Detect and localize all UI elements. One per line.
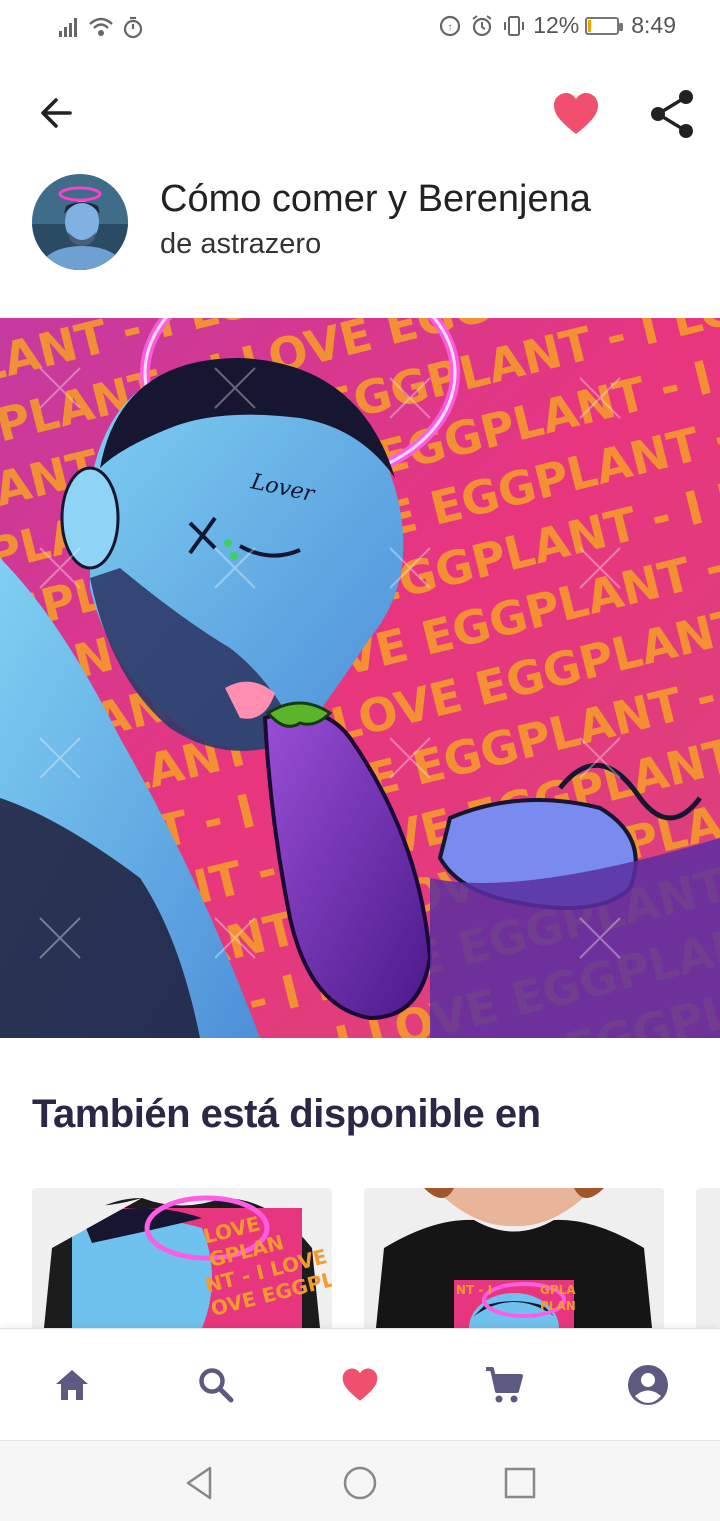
nav-account[interactable] [620,1357,676,1413]
nav-search[interactable] [188,1357,244,1413]
search-icon [199,1368,234,1403]
wifi-icon [89,17,113,36]
alarm-icon [472,14,492,36]
bottom-navigation [0,1328,720,1441]
artist-name[interactable]: de astrazero [160,228,321,261]
battery-percent: 12% [533,12,580,38]
battery-icon [585,16,624,35]
artwork-image[interactable]: I LOVE EGGPLANT - I LOVE EGGPLANT - I LO… [0,318,720,1038]
back-triangle-icon[interactable] [178,1461,222,1505]
back-arrow-icon[interactable] [30,86,84,140]
product-carousel[interactable]: LOVE GPLAN NT - I LOVE OVE EGGPL NT - I … [32,1188,720,1328]
artwork-illustration: I LOVE EGGPLANT - I LOVE EGGPLANT - I LO… [0,318,720,1038]
avatar-image [32,174,128,270]
product-image: NT - I GPLA PLAN [364,1188,664,1328]
svg-text:PLAN: PLAN [540,1299,576,1313]
svg-text:↑: ↑ [448,22,453,33]
product-image: LOVE GPLAN NT - I LOVE OVE EGGPL [32,1188,332,1328]
home-circle-icon[interactable] [338,1461,382,1505]
home-icon [56,1370,88,1400]
svg-text:NT - I: NT - I [456,1283,492,1297]
data-saver-icon: ↑ [440,15,461,36]
status-left-icons [56,14,146,40]
heart-icon [342,1368,378,1401]
battery-fill [588,19,592,32]
product-card[interactable] [696,1188,720,1328]
recents-square-icon[interactable] [498,1461,542,1505]
cart-icon [486,1367,523,1403]
nav-home[interactable] [44,1357,100,1413]
signal-icon [59,18,77,37]
status-right-icons: ↑ 12% 8:49 [437,12,676,39]
vibrate-icon [504,15,525,36]
heart-icon[interactable] [548,86,604,142]
app-bar [0,56,720,166]
timer-icon [123,16,143,39]
also-available-title: También está disponible en [32,1092,541,1136]
artwork-title: Cómo comer y Berenjena [160,178,591,220]
share-icon[interactable] [644,86,700,142]
status-bar: ↑ 12% 8:49 [0,0,720,56]
svg-text:GPLA: GPLA [540,1283,576,1297]
product-card[interactable]: LOVE GPLAN NT - I LOVE OVE EGGPL [32,1188,332,1328]
artist-avatar[interactable] [32,174,128,270]
nav-favorites[interactable] [332,1357,388,1413]
clock-time: 8:49 [631,12,676,38]
system-navigation-bar [0,1440,720,1521]
product-card[interactable]: NT - I GPLA PLAN [364,1188,664,1328]
account-icon [628,1365,668,1405]
nav-cart[interactable] [476,1357,532,1413]
artwork-header: Cómo comer y Berenjena de astrazero [0,170,720,300]
